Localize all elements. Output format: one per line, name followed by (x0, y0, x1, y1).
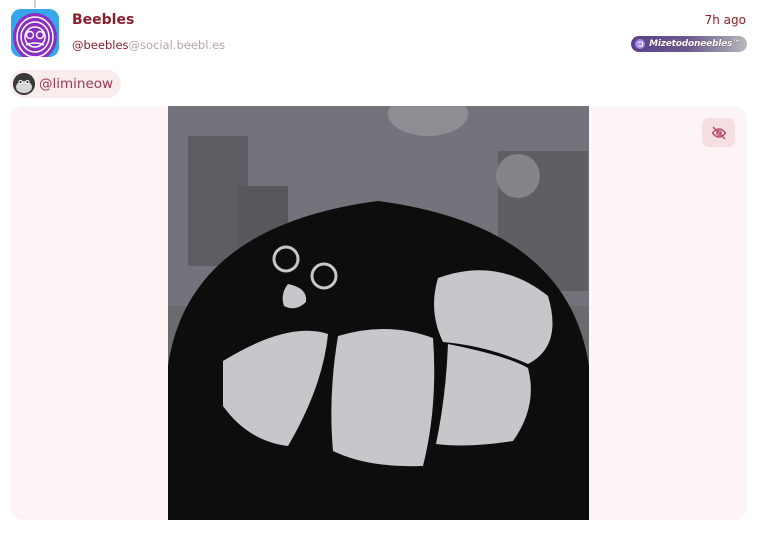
mastodon-icon (635, 39, 646, 49)
instance-badge-label: Mizetodoneebles™ (649, 39, 741, 49)
eye-off-icon (711, 126, 726, 139)
thread-line (34, 0, 36, 8)
handle-domain: @social.beebl.es (128, 38, 226, 52)
avatar-image (11, 9, 59, 57)
mention-label: @limineow (39, 76, 114, 92)
mention-chip[interactable]: @limineow (10, 70, 122, 98)
mention-avatar (13, 73, 35, 95)
handle-username: @beebles (72, 38, 129, 52)
attachment-image[interactable] (168, 106, 589, 520)
author-avatar[interactable] (11, 9, 59, 57)
post-timestamp[interactable]: 7h ago (705, 13, 746, 27)
media-attachment[interactable] (10, 106, 747, 520)
hide-media-button[interactable] (702, 118, 735, 147)
author-handle[interactable]: @beebles@social.beebl.es (72, 38, 225, 52)
instance-badge[interactable]: Mizetodoneebles™ (631, 36, 747, 52)
author-display-name[interactable]: Beebles (72, 12, 134, 28)
